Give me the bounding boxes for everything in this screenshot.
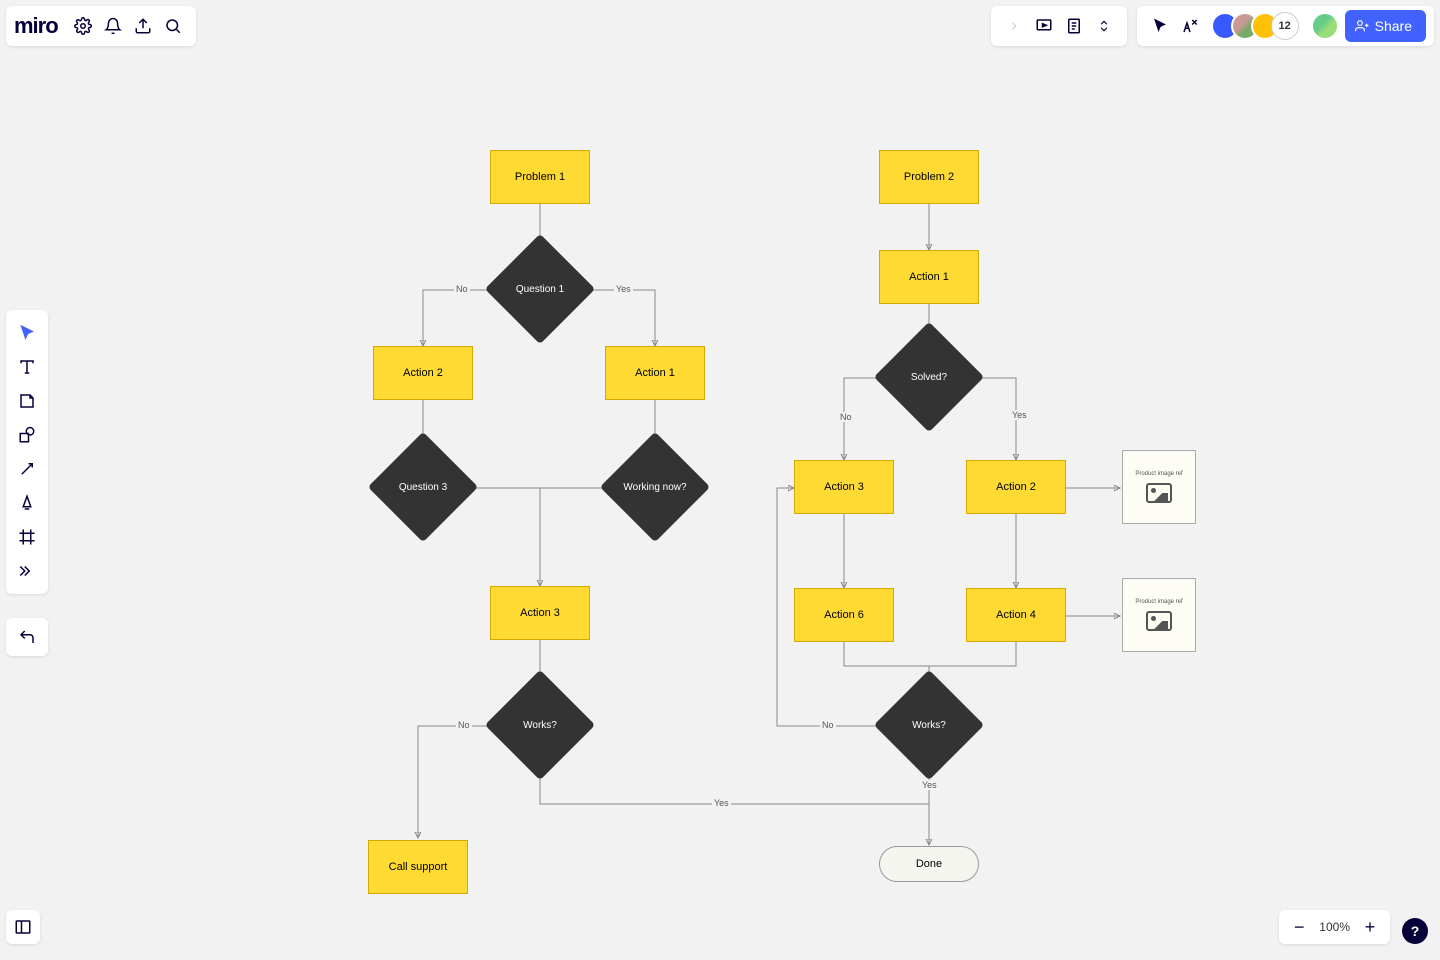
node-solved[interactable]: Solved? (890, 338, 968, 416)
edge-label-yes: Yes (712, 798, 731, 808)
node-works-left[interactable]: Works? (501, 686, 579, 764)
node-image-ref-1[interactable]: Product image ref (1122, 450, 1196, 524)
node-image-ref-2[interactable]: Product image ref (1122, 578, 1196, 652)
node-working-now[interactable]: Working now? (616, 448, 694, 526)
node-problem-2[interactable]: Problem 2 (879, 150, 979, 204)
node-question-3[interactable]: Question 3 (384, 448, 462, 526)
edge-label-yes: Yes (1010, 410, 1029, 420)
node-action-6[interactable]: Action 6 (794, 588, 894, 642)
edge-label-no: No (838, 412, 854, 422)
node-action-1[interactable]: Action 1 (605, 346, 705, 400)
edge-label-no: No (456, 720, 472, 730)
node-action-1-right[interactable]: Action 1 (879, 250, 979, 304)
node-action-3-left[interactable]: Action 3 (490, 586, 590, 640)
node-done[interactable]: Done (879, 846, 979, 882)
edge-label-no: No (820, 720, 836, 730)
node-question-1[interactable]: Question 1 (501, 250, 579, 328)
connectors (0, 0, 1440, 960)
node-problem-1[interactable]: Problem 1 (490, 150, 590, 204)
node-works-right[interactable]: Works? (890, 686, 968, 764)
node-action-3-right[interactable]: Action 3 (794, 460, 894, 514)
edge-label-yes: Yes (614, 284, 633, 294)
edge-label-no: No (454, 284, 470, 294)
canvas[interactable]: Problem 1 Question 1 No Yes Action 2 Act… (0, 0, 1440, 960)
node-action-2[interactable]: Action 2 (373, 346, 473, 400)
node-action-4[interactable]: Action 4 (966, 588, 1066, 642)
edge-label-yes: Yes (920, 780, 939, 790)
node-call-support[interactable]: Call support (368, 840, 468, 894)
node-action-2-right[interactable]: Action 2 (966, 460, 1066, 514)
